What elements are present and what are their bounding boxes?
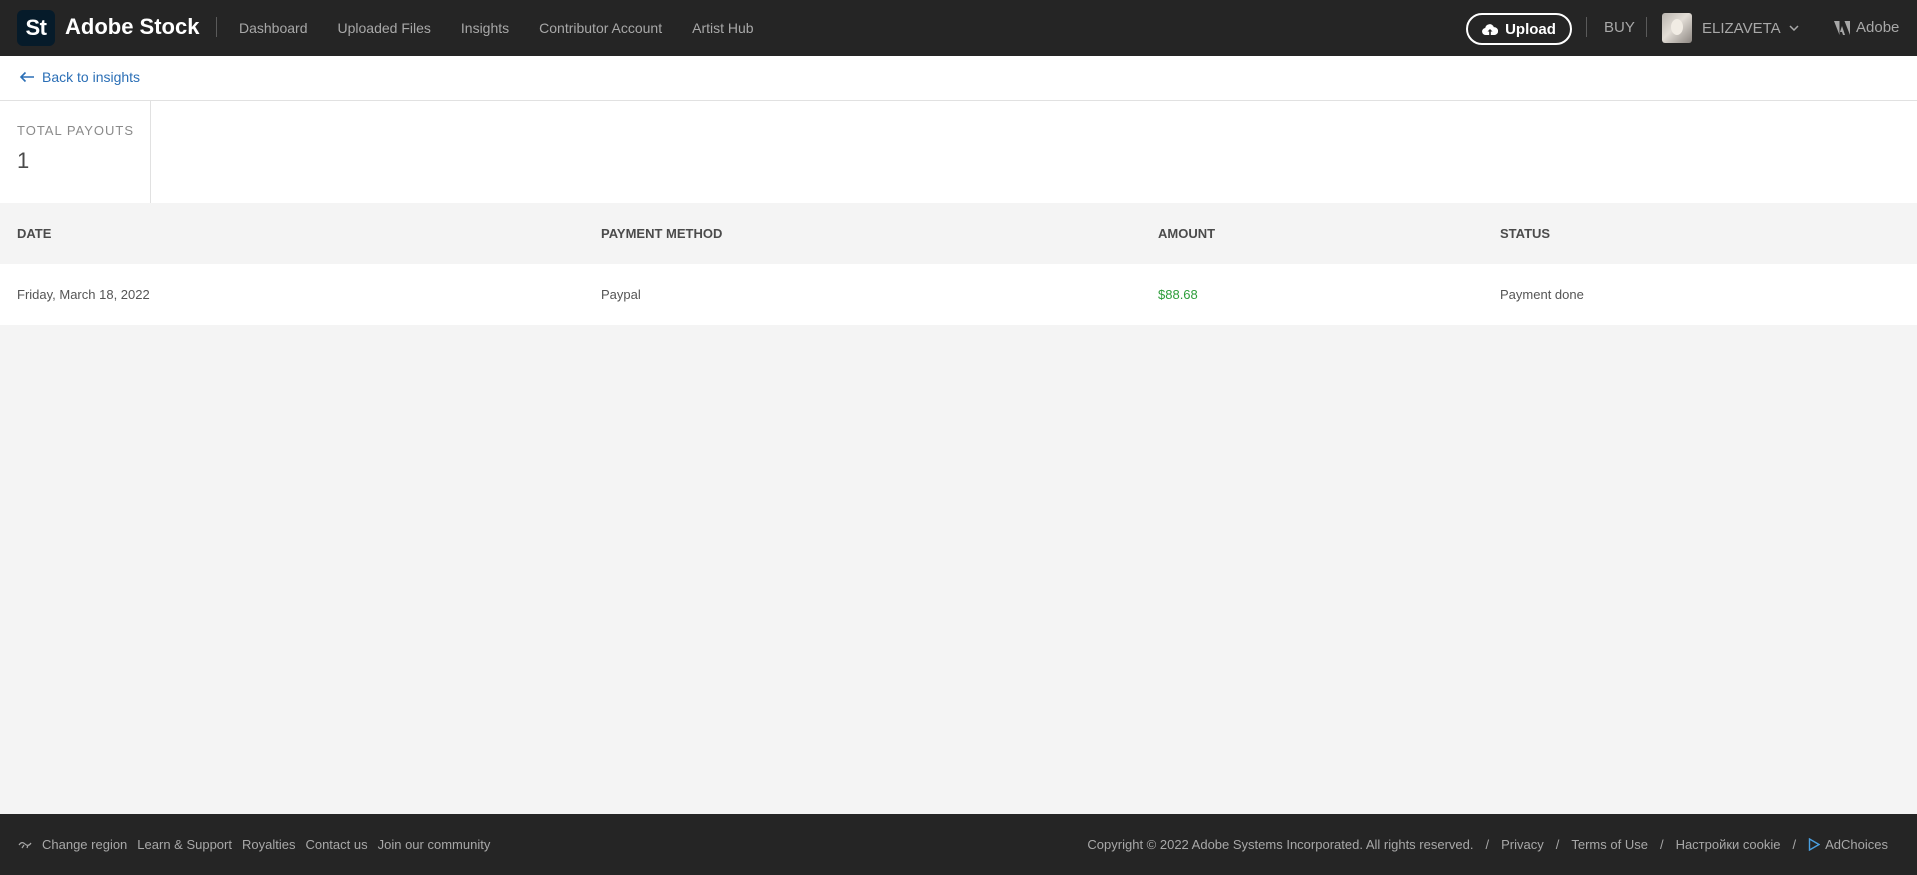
chevron-down-icon bbox=[1789, 25, 1799, 31]
back-label: Back to insights bbox=[42, 69, 141, 85]
payout-status: Payment done bbox=[1500, 287, 1584, 302]
upload-button[interactable]: Upload bbox=[1466, 13, 1572, 45]
upload-label: Upload bbox=[1505, 20, 1556, 38]
footer-change-region[interactable]: Change region bbox=[42, 837, 127, 852]
footer-join-community[interactable]: Join our community bbox=[378, 837, 491, 852]
total-payouts-card: TOTAL PAYOUTS 1 bbox=[0, 101, 151, 203]
adobe-link[interactable]: Adobe bbox=[1834, 19, 1899, 36]
column-header-amount[interactable]: AMOUNT bbox=[1158, 203, 1215, 264]
payout-summary: TOTAL PAYOUTS 1 bbox=[0, 101, 1917, 203]
main-nav: Dashboard Uploaded Files Insights Contri… bbox=[239, 0, 784, 56]
arrow-left-icon bbox=[19, 71, 34, 83]
user-menu[interactable]: ELIZAVETA bbox=[1662, 13, 1799, 43]
footer-learn-support[interactable]: Learn & Support bbox=[137, 837, 232, 852]
total-payouts-value: 1 bbox=[17, 148, 30, 173]
nav-artist-hub[interactable]: Artist Hub bbox=[692, 20, 753, 36]
table-row: Friday, March 18, 2022 Paypal $88.68 Pay… bbox=[0, 264, 1917, 325]
adchoices-icon bbox=[1808, 838, 1821, 851]
footer-separator: / bbox=[1792, 837, 1797, 852]
column-header-status[interactable]: STATUS bbox=[1500, 203, 1550, 264]
column-header-payment-method[interactable]: PAYMENT METHOD bbox=[601, 203, 722, 264]
footer-royalties[interactable]: Royalties bbox=[242, 837, 295, 852]
total-payouts-label: TOTAL PAYOUTS bbox=[17, 123, 135, 138]
footer-links: Change region Learn & Support Royalties … bbox=[18, 814, 500, 875]
cloud-upload-icon bbox=[1482, 23, 1499, 35]
payout-method: Paypal bbox=[601, 287, 641, 302]
footer-legal: Copyright © 2022 Adobe Systems Incorpora… bbox=[1087, 814, 1888, 875]
back-to-insights-link[interactable]: Back to insights bbox=[19, 69, 140, 85]
adobe-logo-icon bbox=[1834, 20, 1850, 35]
nav-insights[interactable]: Insights bbox=[461, 20, 509, 36]
back-bar: Back to insights bbox=[0, 56, 1917, 101]
footer-separator: / bbox=[1555, 837, 1560, 852]
nav-dashboard[interactable]: Dashboard bbox=[239, 20, 308, 36]
adobe-stock-logo[interactable]: St bbox=[17, 10, 55, 46]
nav-contributor-account[interactable]: Contributor Account bbox=[539, 20, 662, 36]
footer-separator: / bbox=[1659, 837, 1664, 852]
payout-amount: $88.68 bbox=[1158, 287, 1198, 302]
footer-separator: / bbox=[1485, 837, 1490, 852]
brand-divider bbox=[216, 17, 217, 37]
footer: Change region Learn & Support Royalties … bbox=[0, 814, 1917, 875]
nav-uploaded-files[interactable]: Uploaded Files bbox=[338, 20, 431, 36]
avatar bbox=[1662, 13, 1692, 43]
copyright-text: Copyright © 2022 Adobe Systems Incorpora… bbox=[1087, 837, 1474, 852]
user-name: ELIZAVETA bbox=[1702, 19, 1781, 37]
top-divider bbox=[1646, 17, 1647, 37]
footer-contact-us[interactable]: Contact us bbox=[305, 837, 367, 852]
buy-link[interactable]: BUY bbox=[1604, 19, 1635, 36]
brand-name[interactable]: Adobe Stock bbox=[65, 14, 199, 40]
adchoices-label: AdChoices bbox=[1825, 837, 1888, 852]
top-divider bbox=[1586, 17, 1587, 37]
footer-privacy[interactable]: Privacy bbox=[1501, 837, 1544, 852]
top-bar: St Adobe Stock Dashboard Uploaded Files … bbox=[0, 0, 1917, 56]
footer-terms-of-use[interactable]: Terms of Use bbox=[1571, 837, 1648, 852]
payouts-table-header: DATE PAYMENT METHOD AMOUNT STATUS bbox=[0, 203, 1917, 264]
globe-icon bbox=[18, 840, 32, 850]
footer-adchoices[interactable]: AdChoices bbox=[1808, 837, 1888, 852]
column-header-date[interactable]: DATE bbox=[17, 203, 51, 264]
footer-cookie-settings[interactable]: Настройки cookie bbox=[1676, 837, 1781, 852]
adobe-label: Adobe bbox=[1856, 19, 1900, 36]
payout-date: Friday, March 18, 2022 bbox=[17, 287, 150, 302]
